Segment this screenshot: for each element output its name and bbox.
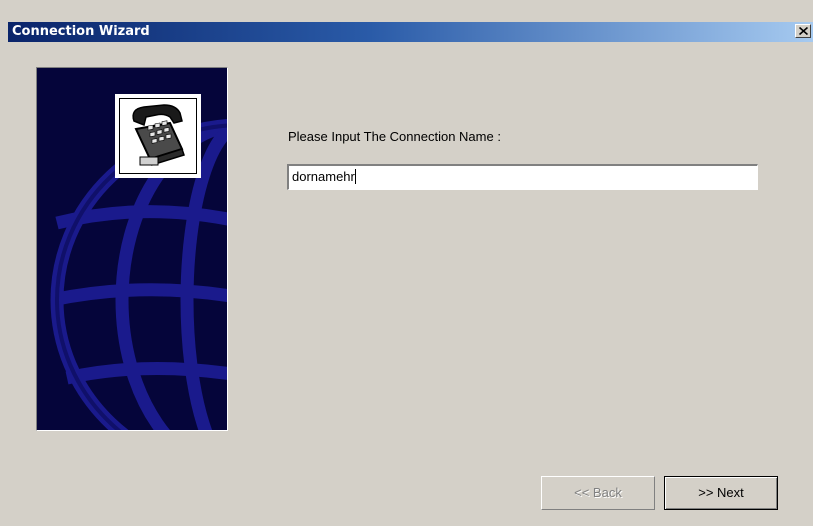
window-top-border: [0, 0, 813, 22]
back-button[interactable]: << Back: [541, 476, 655, 510]
text-caret: [354, 169, 356, 184]
connection-name-value: dornamehr: [292, 169, 355, 184]
phone-icon-frame: [115, 94, 201, 178]
connection-name-label: Please Input The Connection Name :: [288, 129, 501, 144]
telephone-icon: [132, 104, 185, 166]
next-button[interactable]: >> Next: [664, 476, 778, 510]
close-button[interactable]: [795, 24, 811, 38]
wizard-banner: [36, 67, 228, 431]
connection-wizard-window: Connection Wizard Please Input The Conne…: [0, 0, 813, 526]
phone-icon-inner: [119, 98, 197, 174]
title-bar[interactable]: Connection Wizard: [8, 22, 813, 42]
wizard-body: Please Input The Connection Name : dorna…: [8, 42, 813, 526]
connection-name-input[interactable]: dornamehr: [286, 163, 759, 191]
close-icon: [799, 27, 808, 35]
window-title: Connection Wizard: [12, 24, 150, 39]
